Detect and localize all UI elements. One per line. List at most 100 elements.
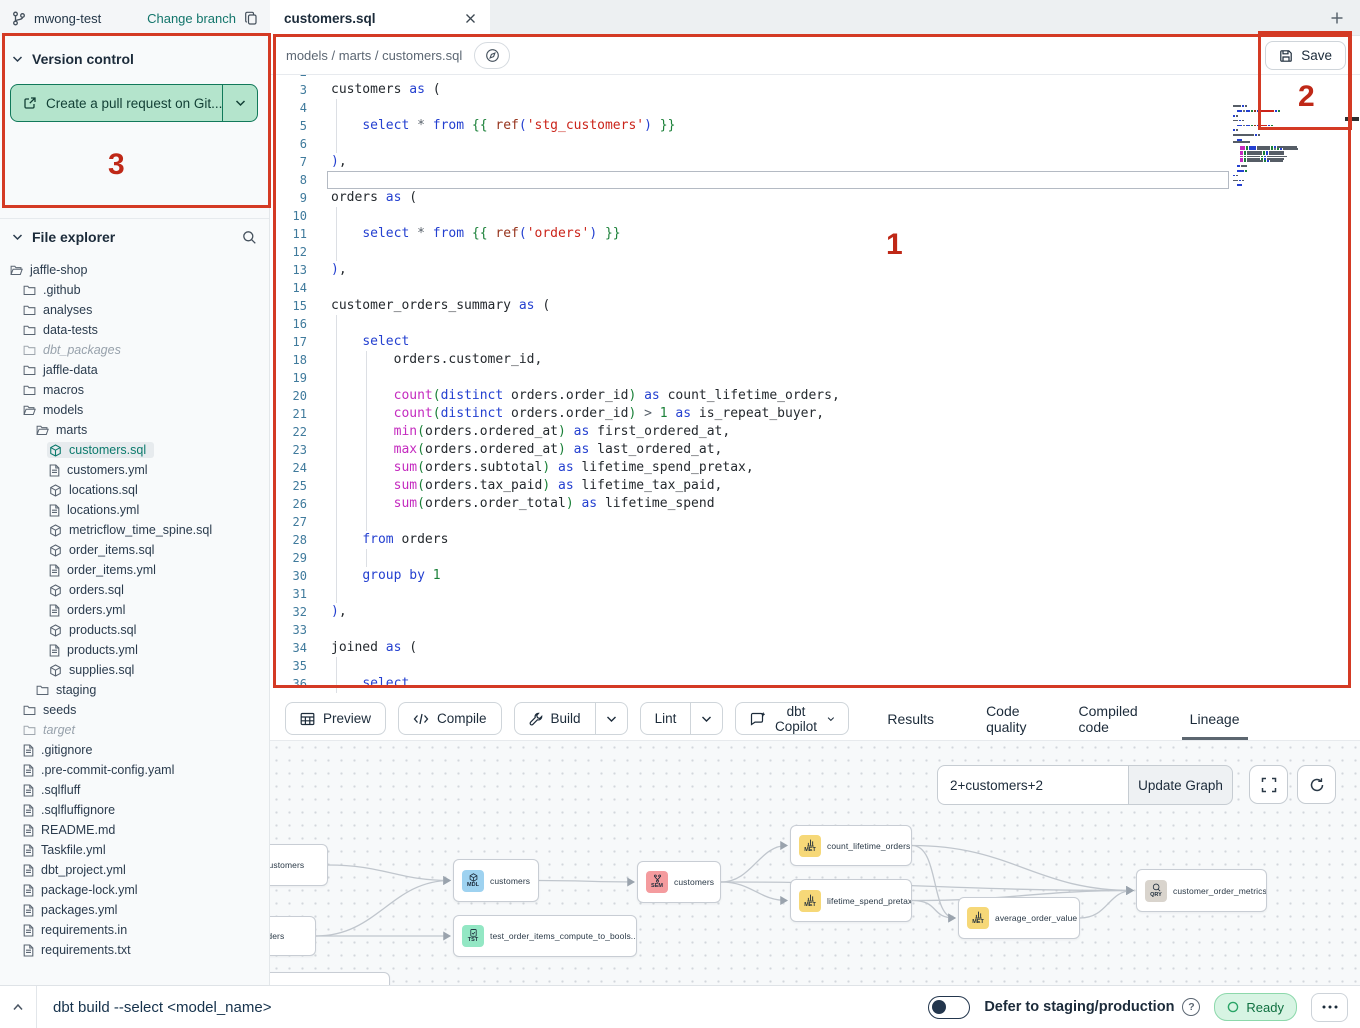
code-line-16[interactable]: 16 [270,315,1360,333]
code-line-15[interactable]: 15customer_orders_summary as ( [270,297,1360,315]
lint-dropdown-chevron[interactable] [691,702,723,735]
lineage-node-orders[interactable]: orders [270,916,316,956]
create-pr-button[interactable]: Create a pull request on Git... [10,84,258,122]
tab-results[interactable]: Results [861,697,960,740]
code-line-29[interactable]: 29 [270,549,1360,567]
code-line-17[interactable]: 17 select [270,333,1360,351]
editor-scrollbar-thumb[interactable] [1345,117,1359,121]
tab-compiled-code[interactable]: Compiled code [1053,697,1164,740]
tree-file-orders.yml[interactable]: orders.yml [0,600,269,620]
tree-file-locations.yml[interactable]: locations.yml [0,500,269,520]
update-graph-button[interactable]: Update Graph [1128,765,1233,805]
tree-folder-macros[interactable]: macros [0,380,269,400]
close-tab-icon[interactable] [465,13,476,24]
tab-customers-sql[interactable]: customers.sql [270,0,490,36]
code-line-12[interactable]: 12 [270,243,1360,261]
defer-toggle[interactable] [928,996,970,1019]
lineage-node-lifetime_spend_pretax[interactable]: METlifetime_spend_pretax [790,879,912,922]
tree-folder-dbt_packages[interactable]: dbt_packages [0,340,269,360]
lineage-node-count_lifetime_orders[interactable]: METcount_lifetime_orders [790,825,912,866]
refresh-button[interactable] [1297,765,1336,804]
code-line-9[interactable]: 9orders as ( [270,189,1360,207]
code-line-23[interactable]: 23 max(orders.ordered_at) as last_ordere… [270,441,1360,459]
code-line-32[interactable]: 32), [270,603,1360,621]
help-icon[interactable]: ? [1182,998,1200,1016]
code-line-28[interactable]: 28 from orders [270,531,1360,549]
tree-file-package-lock.yml[interactable]: package-lock.yml [0,880,269,900]
tree-folder-.github[interactable]: .github [0,280,269,300]
code-line-35[interactable]: 35 [270,657,1360,675]
tree-folder-analyses[interactable]: analyses [0,300,269,320]
change-branch-link[interactable]: Change branch [147,11,236,26]
code-editor[interactable]: 23customers as (45 select * from {{ ref(… [270,75,1360,697]
version-control-header[interactable]: Version control [0,48,269,70]
new-tab-button[interactable] [1326,7,1348,29]
build-button[interactable]: Build [514,702,596,735]
code-line-30[interactable]: 30 group by 1 [270,567,1360,585]
tab-code-quality[interactable]: Code quality [960,697,1052,740]
file-explorer-header[interactable]: File explorer [0,226,269,248]
compile-button[interactable]: Compile [398,702,502,735]
tree-folder-marts[interactable]: marts [0,420,269,440]
tab-lineage[interactable]: Lineage [1164,697,1266,740]
code-line-7[interactable]: 7), [270,153,1360,171]
lineage-node-average_order_value[interactable]: METaverage_order_value [958,897,1080,939]
fullscreen-button[interactable] [1249,765,1288,804]
code-line-19[interactable]: 19 [270,369,1360,387]
tree-folder-jaffle-data[interactable]: jaffle-data [0,360,269,380]
code-line-26[interactable]: 26 sum(orders.order_total) as lifetime_s… [270,495,1360,513]
copy-branch-icon[interactable] [244,11,258,26]
code-line-18[interactable]: 18 orders.customer_id, [270,351,1360,369]
minimap[interactable] [1233,103,1311,187]
tree-file-.pre-commit-config.yaml[interactable]: .pre-commit-config.yaml [0,760,269,780]
tree-folder-seeds[interactable]: seeds [0,700,269,720]
lineage-node-customer_order_metrics[interactable]: QRYcustomer_order_metrics [1136,869,1267,912]
tree-folder-staging[interactable]: staging [0,680,269,700]
tree-file-packages.yml[interactable]: packages.yml [0,900,269,920]
more-options-button[interactable] [1311,993,1348,1022]
tree-file-orders.sql[interactable]: orders.sql [0,580,269,600]
code-line-34[interactable]: 34joined as ( [270,639,1360,657]
dbt-copilot-button[interactable]: dbt Copilot [735,702,849,735]
code-line-31[interactable]: 31 [270,585,1360,603]
code-line-20[interactable]: 20 count(distinct orders.order_id) as co… [270,387,1360,405]
tree-file-order_items.yml[interactable]: order_items.yml [0,560,269,580]
tree-file-supplies.sql[interactable]: supplies.sql [0,660,269,680]
code-line-24[interactable]: 24 sum(orders.subtotal) as lifetime_spen… [270,459,1360,477]
tree-file-.gitignore[interactable]: .gitignore [0,740,269,760]
lineage-selector-input[interactable] [937,765,1128,805]
tree-file-requirements.in[interactable]: requirements.in [0,920,269,940]
lineage-node-stg_customers[interactable]: stg_customers [270,844,328,886]
tree-file-Taskfile.yml[interactable]: Taskfile.yml [0,840,269,860]
code-line-11[interactable]: 11 select * from {{ ref('orders') }} [270,225,1360,243]
pr-dropdown-chevron[interactable] [222,85,257,121]
code-line-3[interactable]: 3customers as ( [270,81,1360,99]
save-button[interactable]: Save [1265,41,1346,70]
lineage-node-customers_mdl[interactable]: MDLcustomers [453,859,539,902]
tree-file-dbt_project.yml[interactable]: dbt_project.yml [0,860,269,880]
tree-file-order_items.sql[interactable]: order_items.sql [0,540,269,560]
lineage-node-test_orders[interactable]: TSTtest_order_items_compute_to_bools... [453,915,637,957]
preview-button[interactable]: Preview [285,702,386,735]
code-line-8[interactable]: 8 [270,171,1360,189]
code-line-25[interactable]: 25 sum(orders.tax_paid) as lifetime_tax_… [270,477,1360,495]
tree-file-products.sql[interactable]: products.sql [0,620,269,640]
code-line-4[interactable]: 4 [270,99,1360,117]
lineage-node-customers_sem[interactable]: SEMcustomers [637,861,721,903]
tree-folder-target[interactable]: target [0,720,269,740]
tree-file-metricflow_time_spine.sql[interactable]: metricflow_time_spine.sql [0,520,269,540]
code-line-36[interactable]: 36 select [270,675,1360,693]
lint-button[interactable]: Lint [640,702,692,735]
tree-file-locations.sql[interactable]: locations.sql [0,480,269,500]
code-line-22[interactable]: 22 min(orders.ordered_at) as first_order… [270,423,1360,441]
collapse-chevron-icon[interactable] [0,1003,36,1011]
lineage-node-cut_node[interactable] [270,972,390,986]
tree-file-customers.sql[interactable]: customers.sql [0,440,269,460]
code-line-33[interactable]: 33 [270,621,1360,639]
tree-file-customers.yml[interactable]: customers.yml [0,460,269,480]
tree-file-.sqlfluffignore[interactable]: .sqlfluffignore [0,800,269,820]
lineage-panel[interactable]: stg_customersorders MDLcustomers TSTtest_o… [270,740,1360,986]
code-line-27[interactable]: 27 [270,513,1360,531]
code-line-6[interactable]: 6 [270,135,1360,153]
code-line-13[interactable]: 13), [270,261,1360,279]
